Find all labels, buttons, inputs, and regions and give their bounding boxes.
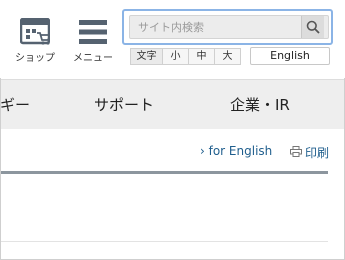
font-size-label: 文字 xyxy=(130,48,163,65)
for-english-link[interactable]: › for English xyxy=(200,144,272,158)
hamburger-icon xyxy=(79,20,107,44)
nav-item-energy[interactable]: ギー xyxy=(0,94,30,115)
search-box xyxy=(122,9,333,45)
nav-item-corporate-ir[interactable]: 企業・IR xyxy=(230,94,290,115)
shop-label: ショップ xyxy=(15,53,55,64)
section-divider xyxy=(1,241,328,242)
print-label: 印刷 xyxy=(305,146,330,160)
search-button[interactable] xyxy=(301,16,324,38)
nav-item-support[interactable]: サポート xyxy=(94,94,154,115)
search-input[interactable] xyxy=(129,15,329,39)
site-header: ショップ メニュー 文字 小 中 大 English xyxy=(0,0,345,78)
content-divider xyxy=(1,171,328,174)
global-nav: ギー サポート 企業・IR xyxy=(0,79,344,129)
shop-icon xyxy=(20,18,50,45)
font-size-large-button[interactable]: 大 xyxy=(215,48,241,65)
menu-button[interactable]: メニュー xyxy=(68,16,118,66)
menu-label: メニュー xyxy=(73,53,113,64)
printer-icon xyxy=(290,146,302,157)
english-language-button[interactable]: English xyxy=(250,47,330,65)
font-size-switcher: 文字 小 中 大 xyxy=(130,48,241,65)
shop-button[interactable]: ショップ xyxy=(12,16,58,66)
search-icon xyxy=(306,20,320,34)
font-size-medium-button[interactable]: 中 xyxy=(189,48,215,65)
font-size-small-button[interactable]: 小 xyxy=(163,48,189,65)
